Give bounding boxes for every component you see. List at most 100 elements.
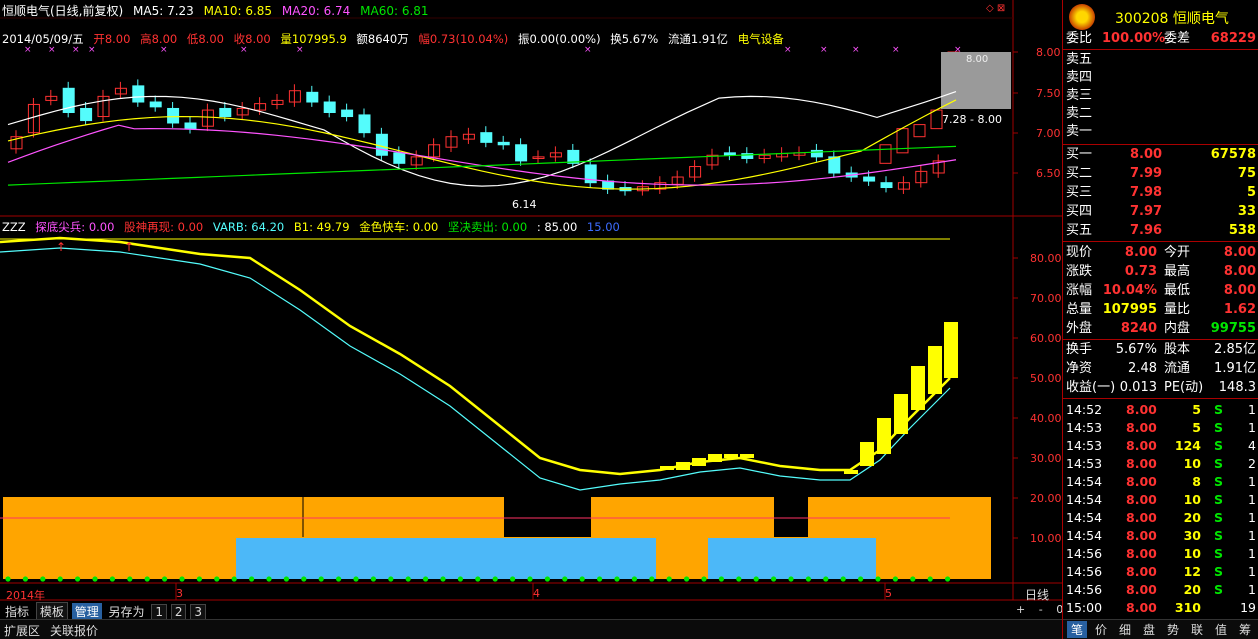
- tab-manage[interactable]: 管理: [71, 603, 102, 620]
- bottom-signal-dot: [144, 576, 150, 582]
- fund-label: 流通: [1164, 361, 1191, 376]
- tick-row: 14:56 8.00 10 S 1: [1066, 545, 1258, 563]
- tick-time: 14:53: [1066, 438, 1103, 453]
- tick-volume: 124: [1174, 438, 1201, 453]
- candle: [149, 101, 162, 108]
- bar-high: 高8.00: [140, 32, 178, 46]
- tab-1[interactable]: 1: [151, 604, 168, 620]
- main-chart-header: 恒顺电气(日线,前复权) MA5: 7.23 MA10: 6.85 MA20: …: [2, 3, 435, 19]
- bottom-signal-dot: [92, 576, 98, 582]
- tick-side: S: [1214, 510, 1224, 525]
- panel-tab[interactable]: 筹: [1235, 621, 1255, 638]
- panel-tab[interactable]: 值: [1211, 621, 1231, 638]
- period-label[interactable]: 日线: [1025, 586, 1049, 603]
- tick-count: 19: [1240, 600, 1256, 615]
- indicator-bar: [860, 442, 874, 466]
- bottom-signal-dot: [597, 576, 603, 582]
- quote-row: 现价 8.00 今开 8.00: [1066, 244, 1258, 262]
- bottom-signal-dot: [579, 576, 585, 582]
- bar-float: 流通1.91亿: [667, 32, 729, 46]
- varb-line: [0, 247, 951, 491]
- bottom-signal-dot: [370, 576, 376, 582]
- weicha-value: 68229: [1210, 31, 1256, 46]
- bottom-signal-dot: [57, 576, 63, 582]
- indicator-name[interactable]: ZZZ: [2, 220, 26, 234]
- kline-chart-area[interactable]: × × × × × × × × × × × × ×↑ ↑: [0, 0, 1062, 639]
- panel-tab[interactable]: 笔: [1067, 621, 1087, 638]
- bottom-signal-dot: [75, 576, 81, 582]
- candle: [219, 107, 232, 118]
- low-price-label: 6.14: [512, 198, 537, 211]
- bottom-signal-dot: [840, 576, 846, 582]
- extension-area-button[interactable]: 扩展区: [4, 622, 40, 639]
- tab-indicator[interactable]: 指标: [2, 603, 32, 620]
- related-quote-button[interactable]: 关联报价: [50, 622, 98, 639]
- signal-marker: ×: [954, 45, 962, 55]
- tick-time: 14:52: [1066, 402, 1103, 417]
- fund-value: 148.3: [1218, 380, 1256, 395]
- tick-row: 14:56 8.00 20 S 1: [1066, 581, 1258, 599]
- tick-price: 8.00: [1126, 474, 1157, 489]
- candle: [375, 133, 388, 156]
- buy-price: 7.96: [1130, 223, 1163, 238]
- bottom-signal-dot: [892, 576, 899, 582]
- quote-row: 总量 107995 量比 1.62: [1066, 301, 1258, 319]
- bottom-signal-dot: [475, 576, 481, 582]
- tick-price: 8.00: [1126, 582, 1157, 597]
- indicator-bar: [944, 322, 958, 378]
- ind-tick-80: 80.00: [1030, 252, 1062, 265]
- panel-tab[interactable]: 价: [1091, 621, 1111, 638]
- bottom-signal-dot: [196, 576, 202, 582]
- quote-label: 内盘: [1164, 321, 1191, 336]
- bottom-signal-dot: [388, 576, 394, 582]
- ind-varb: VARB: 64.20: [212, 220, 285, 234]
- candle: [167, 107, 180, 124]
- bottom-signal-dot: [875, 576, 881, 582]
- tick-price: 8.00: [1126, 600, 1157, 615]
- bottom-signal-dot: [527, 576, 533, 582]
- tab-save-as[interactable]: 另存为: [106, 603, 148, 620]
- tick-time: 14:56: [1066, 564, 1103, 579]
- quote-label: 量比: [1164, 302, 1191, 317]
- quote-label: 今开: [1164, 245, 1191, 260]
- indicator-bar: [877, 418, 891, 454]
- tick-side: S: [1214, 474, 1224, 489]
- tick-side: S: [1214, 564, 1224, 579]
- window-controls-icon[interactable]: ◇ ⊠: [986, 3, 1005, 14]
- zoom-out-button[interactable]: -: [1039, 603, 1043, 616]
- candle: [341, 109, 354, 118]
- fund-value: 2.85亿: [1214, 342, 1256, 357]
- tab-3[interactable]: 3: [190, 604, 206, 620]
- zoom-in-button[interactable]: +: [1016, 603, 1025, 616]
- sell2-label: 卖二: [1066, 106, 1093, 121]
- ind-tick-60: 60.00: [1030, 332, 1062, 345]
- high-price-label: 8.00: [966, 54, 989, 65]
- logo-icon: [1069, 4, 1095, 30]
- bar-close: 收8.00: [233, 32, 271, 46]
- ma5-label: MA5: 7.23: [133, 4, 194, 18]
- time-axis-year: 2014年: [6, 589, 45, 602]
- tab-2[interactable]: 2: [170, 604, 187, 620]
- range-label: 7.28 - 8.00: [942, 113, 1002, 126]
- candle: [480, 132, 493, 143]
- indicator-bar: [844, 470, 858, 474]
- sell1-row: 卖一: [1066, 123, 1258, 141]
- panel-tab[interactable]: 细: [1115, 621, 1135, 638]
- tick-row: 14:54 8.00 8 S 1: [1066, 473, 1258, 491]
- candle: [358, 114, 371, 134]
- bottom-signal-dot: [544, 576, 551, 582]
- bottom-signal-dot: [666, 576, 672, 582]
- tick-time: 14:56: [1066, 546, 1103, 561]
- quote-label: 最高: [1164, 264, 1191, 279]
- panel-tab[interactable]: 势: [1163, 621, 1183, 638]
- fund-label: 净资: [1066, 361, 1093, 376]
- panel-tab[interactable]: 盘: [1139, 621, 1159, 638]
- tick-price: 8.00: [1126, 510, 1157, 525]
- bottom-signal-dot: [614, 576, 620, 582]
- fundamental-row: 收益(一) 0.013 PE(动) 148.3: [1066, 379, 1258, 397]
- panel-tab[interactable]: 联: [1187, 621, 1207, 638]
- tick-row: 14:53 8.00 10 S 2: [1066, 455, 1258, 473]
- ind-tick-40: 40.00: [1030, 412, 1062, 425]
- bottom-signal-dot: [5, 576, 11, 582]
- quote-value: 10.04%: [1102, 283, 1157, 298]
